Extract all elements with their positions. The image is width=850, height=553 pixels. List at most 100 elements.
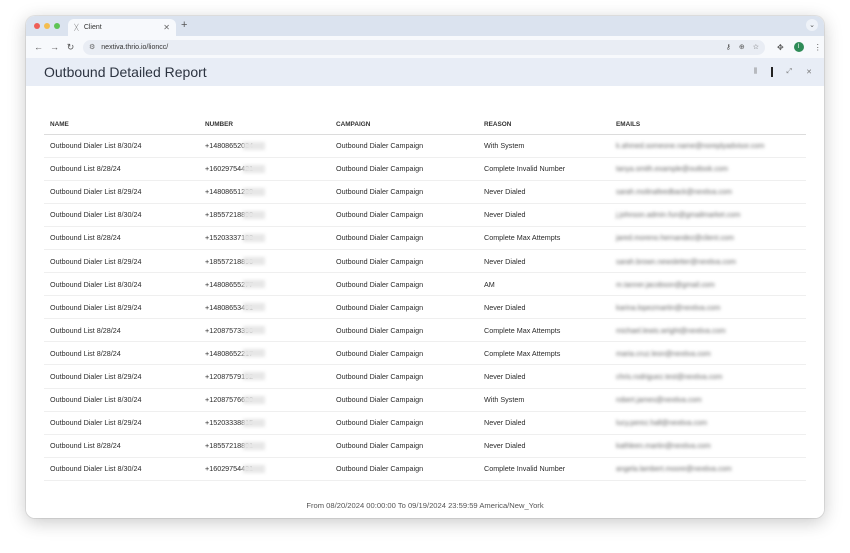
cell-email-text: kathleen.martin@nextiva.com <box>616 441 711 451</box>
table-row[interactable]: Outbound Dialer List 8/29/24 +14808651239… <box>44 180 806 204</box>
cell-reason: Complete Max Attempts <box>478 226 610 250</box>
cell-reason: Never Dialed <box>478 249 610 274</box>
table-row[interactable]: Outbound Dialer List 8/29/24 +12087579192… <box>44 364 806 389</box>
column-header-campaign[interactable]: CAMPAIGN <box>330 116 478 135</box>
zoom-icon[interactable]: ⊕ <box>739 43 745 51</box>
pin-icon[interactable]: ⫼ <box>754 68 757 76</box>
cell-name-text: Outbound Dialer List 8/30/24 <box>50 464 142 474</box>
cell-name: Outbound Dialer List 8/29/24 <box>44 249 199 274</box>
tab-close-icon[interactable]: ✕ <box>163 23 170 32</box>
table-row[interactable]: Outbound Dialer List 8/30/24 +12087576620… <box>44 388 806 412</box>
url-text: nextiva.thrio.io/lioncc/ <box>101 43 169 51</box>
column-header-reason[interactable]: REASON <box>478 116 610 135</box>
table-row[interactable]: Outbound Dialer List 8/30/24 +16029754431… <box>44 457 806 481</box>
cell-email: chris.rodriguez.test@nextiva.com <box>610 364 806 389</box>
cell-email: michael.lewis.wright@nextiva.com <box>610 318 806 343</box>
cell-email-text: j.johnson.admin.fun@gmailmarket.com <box>616 210 741 220</box>
cell-email-text: m.tanner.jacobson@gmail.com <box>616 279 715 289</box>
reload-button[interactable]: ↻ <box>64 42 77 53</box>
table-row[interactable]: Outbound List 8/28/24 +18557218891 Outboun… <box>44 434 806 458</box>
cell-campaign: Outbound Dialer Campaign <box>330 364 478 389</box>
divider <box>771 67 773 77</box>
number-redaction <box>243 395 265 404</box>
cell-name-text: Outbound List 8/28/24 <box>50 441 121 451</box>
report-page: Outbound Detailed Report ⫼ ⤢ ✕ NAME NUMB… <box>26 58 824 518</box>
number-redaction <box>243 256 265 265</box>
cell-reason: Never Dialed <box>478 180 610 204</box>
cell-email-text: karina.lopezmartin@nextiva.com <box>616 302 721 312</box>
cell-reason: Complete Invalid Number <box>478 457 610 481</box>
cell-email: karina.lopezmartin@nextiva.com <box>610 295 806 320</box>
close-window-button[interactable] <box>34 23 40 29</box>
close-icon[interactable]: ✕ <box>806 68 812 76</box>
tab-title: Client <box>83 24 102 31</box>
cell-name-text: Outbound Dialer List 8/30/24 <box>50 141 142 151</box>
cell-reason: Never Dialed <box>478 364 610 389</box>
table-row[interactable]: Outbound List 8/28/24 +14808652217 Outboun… <box>44 341 806 366</box>
new-tab-button[interactable]: + <box>181 19 187 31</box>
profile-avatar[interactable]: I <box>793 42 804 52</box>
cell-email: robert.james@nextiva.com <box>610 388 806 412</box>
cell-campaign-text: Outbound Dialer Campaign <box>336 279 424 289</box>
cell-email-text: lucy.perez.hall@nextiva.com <box>616 418 708 428</box>
cell-number: +16029754421 <box>199 157 330 181</box>
navigation-buttons: ← → ↻ <box>32 42 77 53</box>
cell-campaign: Outbound Dialer Campaign <box>330 388 478 412</box>
cell-reason: With System <box>478 134 610 158</box>
address-bar[interactable]: ⚙ nextiva.thrio.io/lioncc/ ⚷ ⊕ ☆ <box>83 39 765 55</box>
cell-email: sarah.molinafeedback@nextiva.com <box>610 180 806 204</box>
browser-toolbar: ← → ↻ ⚙ nextiva.thrio.io/lioncc/ ⚷ ⊕ ☆ ✥… <box>26 36 824 58</box>
table-row[interactable]: Outbound List 8/28/24 +15203337183 Outboun… <box>44 226 806 250</box>
table-row[interactable]: Outbound Dialer List 8/30/24 +14808652034… <box>44 134 806 158</box>
cell-number: +12087573390 <box>199 318 330 343</box>
browser-tab[interactable]: ᚷ Client ✕ <box>68 19 176 36</box>
column-header-emails[interactable]: EMAILS <box>610 116 806 135</box>
table-row[interactable]: Outbound Dialer List 8/30/24 +18557218890… <box>44 203 806 227</box>
table-row[interactable]: Outbound Dialer List 8/29/24 +14808653491… <box>44 295 806 320</box>
column-header-number[interactable]: NUMBER <box>199 116 330 135</box>
forward-button[interactable]: → <box>48 42 61 53</box>
cell-name: Outbound Dialer List 8/29/24 <box>44 295 199 320</box>
cell-email-text: tanya.smith.example@outlook.com <box>616 164 728 174</box>
tab-favicon-icon: ᚷ <box>74 23 79 32</box>
cell-name: Outbound Dialer List 8/29/24 <box>44 364 199 389</box>
table-row[interactable]: Outbound Dialer List 8/29/24 +18557218890… <box>44 249 806 274</box>
cell-number: +14808652034 <box>199 134 330 158</box>
cell-reason-text: Complete Max Attempts <box>484 348 561 358</box>
cell-reason-text: With System <box>484 141 525 151</box>
cell-name-text: Outbound List 8/28/24 <box>50 233 121 243</box>
back-button[interactable]: ← <box>32 42 45 53</box>
cell-email: m.tanner.jacobson@gmail.com <box>610 272 806 297</box>
minimize-window-button[interactable] <box>44 23 50 29</box>
bookmark-star-icon[interactable]: ☆ <box>753 43 759 51</box>
table-row[interactable]: Outbound Dialer List 8/29/24 +15203338815… <box>44 411 806 435</box>
tab-search-icon[interactable]: ⌄ <box>806 19 818 31</box>
cell-name: Outbound Dialer List 8/30/24 <box>44 134 199 158</box>
cell-name-text: Outbound Dialer List 8/29/24 <box>50 256 142 266</box>
table-row[interactable]: Outbound List 8/28/24 +16029754421 Outboun… <box>44 157 806 181</box>
key-icon[interactable]: ⚷ <box>726 43 731 51</box>
browser-menu-icon[interactable]: ⋮ <box>814 43 822 52</box>
maximize-window-button[interactable] <box>54 23 60 29</box>
cell-reason: Complete Max Attempts <box>478 341 610 366</box>
expand-icon[interactable]: ⤢ <box>787 68 793 76</box>
cell-reason: Never Dialed <box>478 411 610 435</box>
cell-name: Outbound List 8/28/24 <box>44 226 199 250</box>
column-header-name[interactable]: NAME <box>44 116 199 135</box>
cell-email-text: jared.moreno.hernandez@client.com <box>616 233 734 243</box>
cell-campaign: Outbound Dialer Campaign <box>330 157 478 181</box>
cell-name: Outbound List 8/28/24 <box>44 318 199 343</box>
extensions-icon[interactable]: ✥ <box>777 43 784 52</box>
table-header-row: NAME NUMBER CAMPAIGN REASON EMAILS <box>44 116 806 135</box>
table-row[interactable]: Outbound Dialer List 8/30/24 +14808655277… <box>44 272 806 297</box>
cell-reason-text: AM <box>484 279 495 289</box>
cell-name-text: Outbound Dialer List 8/30/24 <box>50 395 142 405</box>
cell-email: maria.cruz.leon@nextiva.com <box>610 341 806 366</box>
report-date-range: From 08/20/2024 00:00:00 To 09/19/2024 2… <box>306 501 544 510</box>
cell-reason-text: Never Dialed <box>484 256 526 266</box>
site-info-icon[interactable]: ⚙ <box>89 43 95 51</box>
cell-email: angela.lambert.moore@nextiva.com <box>610 457 806 481</box>
table-row[interactable]: Outbound List 8/28/24 +12087573390 Outboun… <box>44 318 806 343</box>
cell-reason: Complete Max Attempts <box>478 318 610 343</box>
number-redaction <box>243 349 265 358</box>
